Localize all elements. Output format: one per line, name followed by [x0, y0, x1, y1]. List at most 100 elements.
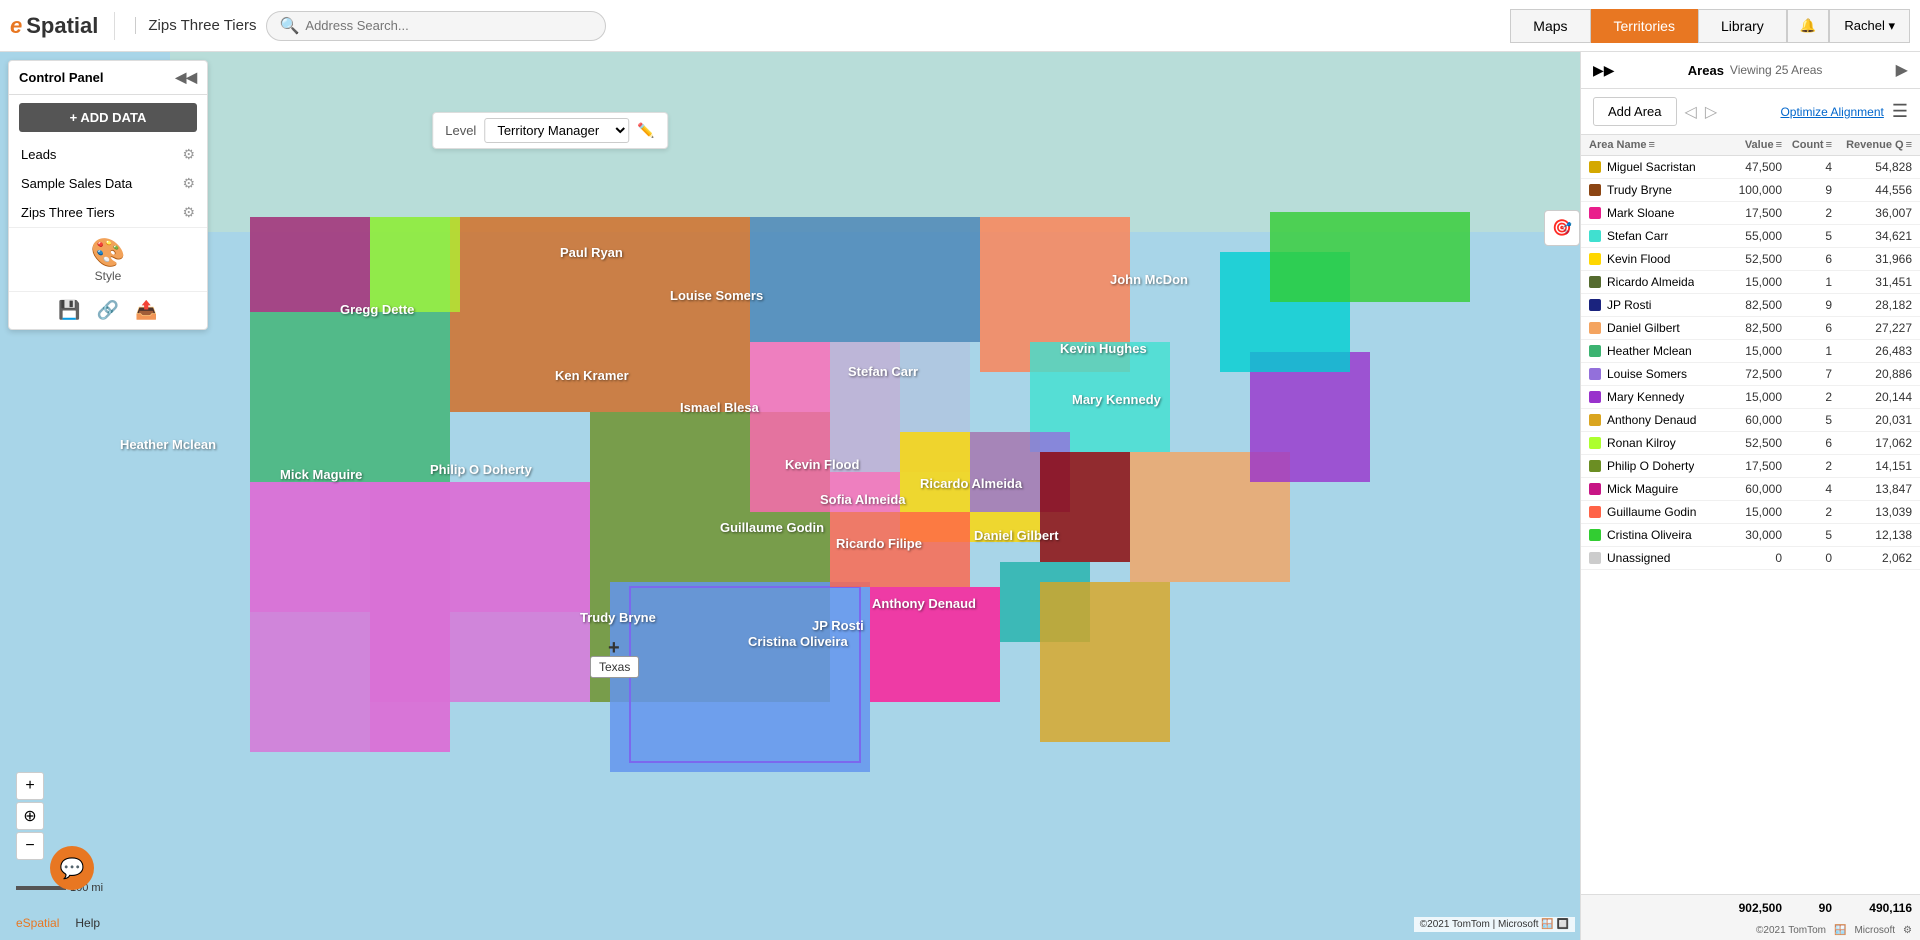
- rp-menu-icon[interactable]: ☰: [1892, 101, 1908, 122]
- area-color-swatch: [1589, 322, 1601, 334]
- nav-library-button[interactable]: Library: [1698, 9, 1787, 43]
- layer-sample-sales-label: Sample Sales Data: [21, 176, 132, 191]
- logo-e: e: [10, 13, 22, 39]
- area-revenue: 26,483: [1832, 344, 1912, 358]
- cp-collapse-button[interactable]: ◀◀: [175, 69, 197, 86]
- export-icon[interactable]: 📤: [135, 300, 157, 321]
- area-name-text: Trudy Bryne: [1607, 183, 1672, 197]
- footer-links: eSpatial Help: [16, 916, 100, 930]
- area-name-text: JP Rosti: [1607, 298, 1651, 312]
- table-row[interactable]: Kevin Flood 52,500 6 31,966: [1581, 248, 1920, 271]
- area-value: 30,000: [1712, 528, 1782, 542]
- area-value: 60,000: [1712, 482, 1782, 496]
- nav-maps-button[interactable]: Maps: [1510, 9, 1590, 43]
- style-section: 🎨 Style: [9, 227, 207, 291]
- table-row[interactable]: Philip O Doherty 17,500 2 14,151: [1581, 455, 1920, 478]
- areas-table[interactable]: Miguel Sacristan 47,500 4 54,828 Trudy B…: [1581, 156, 1920, 894]
- area-name-text: Stefan Carr: [1607, 229, 1668, 243]
- table-row[interactable]: Guillaume Godin 15,000 2 13,039: [1581, 501, 1920, 524]
- zoom-in-button[interactable]: +: [16, 772, 44, 800]
- chat-button[interactable]: 💬: [50, 846, 94, 890]
- area-color-swatch: [1589, 253, 1601, 265]
- area-color-swatch: [1589, 345, 1601, 357]
- save-icon[interactable]: 💾: [58, 300, 80, 321]
- area-count: 4: [1782, 482, 1832, 496]
- table-row[interactable]: Mick Maguire 60,000 4 13,847: [1581, 478, 1920, 501]
- area-name-cell: Cristina Oliveira: [1589, 528, 1712, 542]
- nav-territories-button[interactable]: Territories: [1591, 9, 1698, 43]
- map-controls: + ⊕ −: [16, 772, 44, 860]
- table-row[interactable]: Louise Somers 72,500 7 20,886: [1581, 363, 1920, 386]
- col-count[interactable]: Count ≡: [1782, 139, 1832, 151]
- col-revenue-filter-icon[interactable]: ≡: [1906, 139, 1912, 151]
- table-row[interactable]: JP Rosti 82,500 9 28,182: [1581, 294, 1920, 317]
- rp-expand-icon[interactable]: ▶: [1896, 60, 1908, 80]
- layer-sample-gear-icon[interactable]: ⚙: [182, 175, 195, 192]
- area-color-swatch: [1589, 230, 1601, 242]
- map-tools-button[interactable]: 🎯: [1544, 210, 1580, 246]
- footer-total-count: 90: [1782, 901, 1832, 915]
- area-color-swatch: [1589, 506, 1601, 518]
- table-row[interactable]: Mark Sloane 17,500 2 36,007: [1581, 202, 1920, 225]
- notification-button[interactable]: 🔔: [1787, 9, 1830, 43]
- area-name-text: Miguel Sacristan: [1607, 160, 1696, 174]
- optimize-alignment-link[interactable]: Optimize Alignment: [1780, 105, 1883, 119]
- area-value: 82,500: [1712, 321, 1782, 335]
- table-row[interactable]: Cristina Oliveira 30,000 5 12,138: [1581, 524, 1920, 547]
- layer-leads-gear-icon[interactable]: ⚙: [182, 146, 195, 163]
- control-panel: Control Panel ◀◀ + ADD DATA Leads ⚙ Samp…: [8, 60, 208, 330]
- share-icon[interactable]: 🔗: [97, 300, 119, 321]
- area-name-cell: Stefan Carr: [1589, 229, 1712, 243]
- area-count: 9: [1782, 183, 1832, 197]
- area-revenue: 20,031: [1832, 413, 1912, 427]
- table-row[interactable]: Anthony Denaud 60,000 5 20,031: [1581, 409, 1920, 432]
- table-row[interactable]: Stefan Carr 55,000 5 34,621: [1581, 225, 1920, 248]
- col-area-name-filter-icon[interactable]: ≡: [1648, 139, 1654, 151]
- area-name-text: Ronan Kilroy: [1607, 436, 1676, 450]
- area-name-text: Unassigned: [1607, 551, 1670, 565]
- table-row[interactable]: Heather Mclean 15,000 1 26,483: [1581, 340, 1920, 363]
- map-settings-icon[interactable]: ⚙: [1903, 925, 1912, 936]
- table-row[interactable]: Mary Kennedy 15,000 2 20,144: [1581, 386, 1920, 409]
- espatial-link[interactable]: eSpatial: [16, 916, 59, 930]
- col-value[interactable]: Value ≡: [1712, 139, 1782, 151]
- col-area-name[interactable]: Area Name ≡: [1589, 139, 1712, 151]
- area-name-cell: JP Rosti: [1589, 298, 1712, 312]
- rp-collapse-button[interactable]: ▶▶: [1593, 62, 1615, 79]
- add-data-button[interactable]: + ADD DATA: [19, 103, 197, 132]
- table-row[interactable]: Unassigned 0 0 2,062: [1581, 547, 1920, 570]
- area-name-cell: Mick Maguire: [1589, 482, 1712, 496]
- col-revenue[interactable]: Revenue Q ≡: [1832, 139, 1912, 151]
- search-bar[interactable]: 🔍: [266, 11, 606, 41]
- add-area-button[interactable]: Add Area: [1593, 97, 1677, 126]
- table-row[interactable]: Trudy Bryne 100,000 9 44,556: [1581, 179, 1920, 202]
- search-input[interactable]: [305, 18, 593, 33]
- ms-credits: Microsoft: [1854, 925, 1895, 936]
- style-palette-icon[interactable]: 🎨: [91, 236, 126, 269]
- area-name-text: Anthony Denaud: [1607, 413, 1696, 427]
- area-value: 100,000: [1712, 183, 1782, 197]
- table-row[interactable]: Ricardo Almeida 15,000 1 31,451: [1581, 271, 1920, 294]
- compass-button[interactable]: ⊕: [16, 802, 44, 830]
- area-color-swatch: [1589, 391, 1601, 403]
- layer-zips-gear-icon[interactable]: ⚙: [182, 204, 195, 221]
- sort-arrow-right-icon[interactable]: ▷: [1705, 102, 1717, 122]
- sort-arrow-left-icon[interactable]: ◁: [1685, 102, 1697, 122]
- level-edit-icon[interactable]: ✏️: [637, 122, 654, 139]
- area-name-cell: Ricardo Almeida: [1589, 275, 1712, 289]
- zoom-out-button[interactable]: −: [16, 832, 44, 860]
- user-menu-button[interactable]: Rachel ▾: [1829, 9, 1910, 43]
- area-value: 60,000: [1712, 413, 1782, 427]
- level-select[interactable]: Territory Manager Regional Manager Natio…: [484, 118, 629, 143]
- rp-header: ▶▶ Areas Viewing 25 Areas ▶: [1581, 52, 1920, 89]
- area-name-text: Kevin Flood: [1607, 252, 1670, 266]
- level-label: Level: [445, 123, 476, 138]
- table-row[interactable]: Ronan Kilroy 52,500 6 17,062: [1581, 432, 1920, 455]
- help-link[interactable]: Help: [75, 916, 100, 930]
- logo[interactable]: eSpatial: [10, 13, 98, 39]
- area-color-swatch: [1589, 161, 1601, 173]
- right-panel: ▶▶ Areas Viewing 25 Areas ▶ Add Area ◁ ▷…: [1580, 52, 1920, 940]
- area-color-swatch: [1589, 483, 1601, 495]
- table-row[interactable]: Daniel Gilbert 82,500 6 27,227: [1581, 317, 1920, 340]
- table-row[interactable]: Miguel Sacristan 47,500 4 54,828: [1581, 156, 1920, 179]
